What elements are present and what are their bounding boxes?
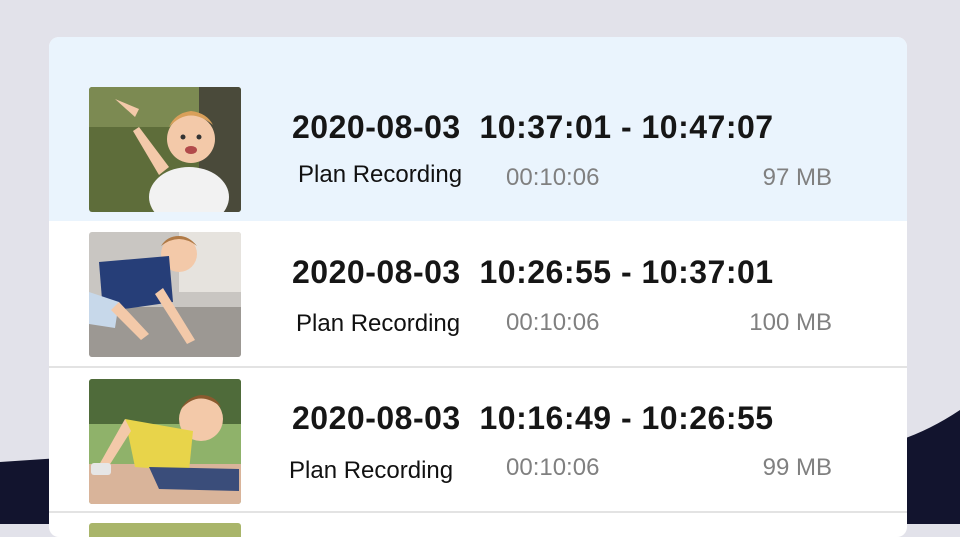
duration: 00:10:06 bbox=[506, 309, 600, 336]
file-size: 99 MB bbox=[762, 454, 832, 481]
time-range: 2020-08-03 10:26:55 - 10:37:01 bbox=[292, 254, 774, 290]
child-pointing-thumbnail bbox=[89, 87, 241, 212]
child-playing-thumbnail bbox=[89, 379, 241, 504]
recordings-list: 2020-08-03 10:37:01 - 10:47:07 Plan Reco… bbox=[49, 37, 907, 537]
duration: 00:10:06 bbox=[506, 454, 600, 481]
child-crawling-thumbnail bbox=[89, 232, 241, 357]
recording-type: Plan Recording bbox=[298, 161, 463, 188]
time-range: 2020-08-03 10:37:01 - 10:47:07 bbox=[292, 109, 774, 145]
recording-row-partial[interactable] bbox=[49, 513, 907, 537]
time-range: 2020-08-03 10:16:49 - 10:26:55 bbox=[292, 400, 774, 436]
recording-type: Plan Recording bbox=[296, 310, 461, 337]
recording-row[interactable]: 2020-08-03 10:16:49 - 10:26:55 Plan Reco… bbox=[49, 368, 907, 511]
thumbnail-partial bbox=[89, 523, 241, 537]
file-size: 100 MB bbox=[749, 309, 832, 336]
recording-row[interactable]: 2020-08-03 10:26:55 - 10:37:01 Plan Reco… bbox=[49, 221, 907, 366]
duration: 00:10:06 bbox=[506, 164, 600, 191]
file-size: 97 MB bbox=[762, 164, 832, 191]
recording-row[interactable]: 2020-08-03 10:37:01 - 10:47:07 Plan Reco… bbox=[49, 37, 907, 221]
recording-type: Plan Recording bbox=[289, 457, 454, 484]
